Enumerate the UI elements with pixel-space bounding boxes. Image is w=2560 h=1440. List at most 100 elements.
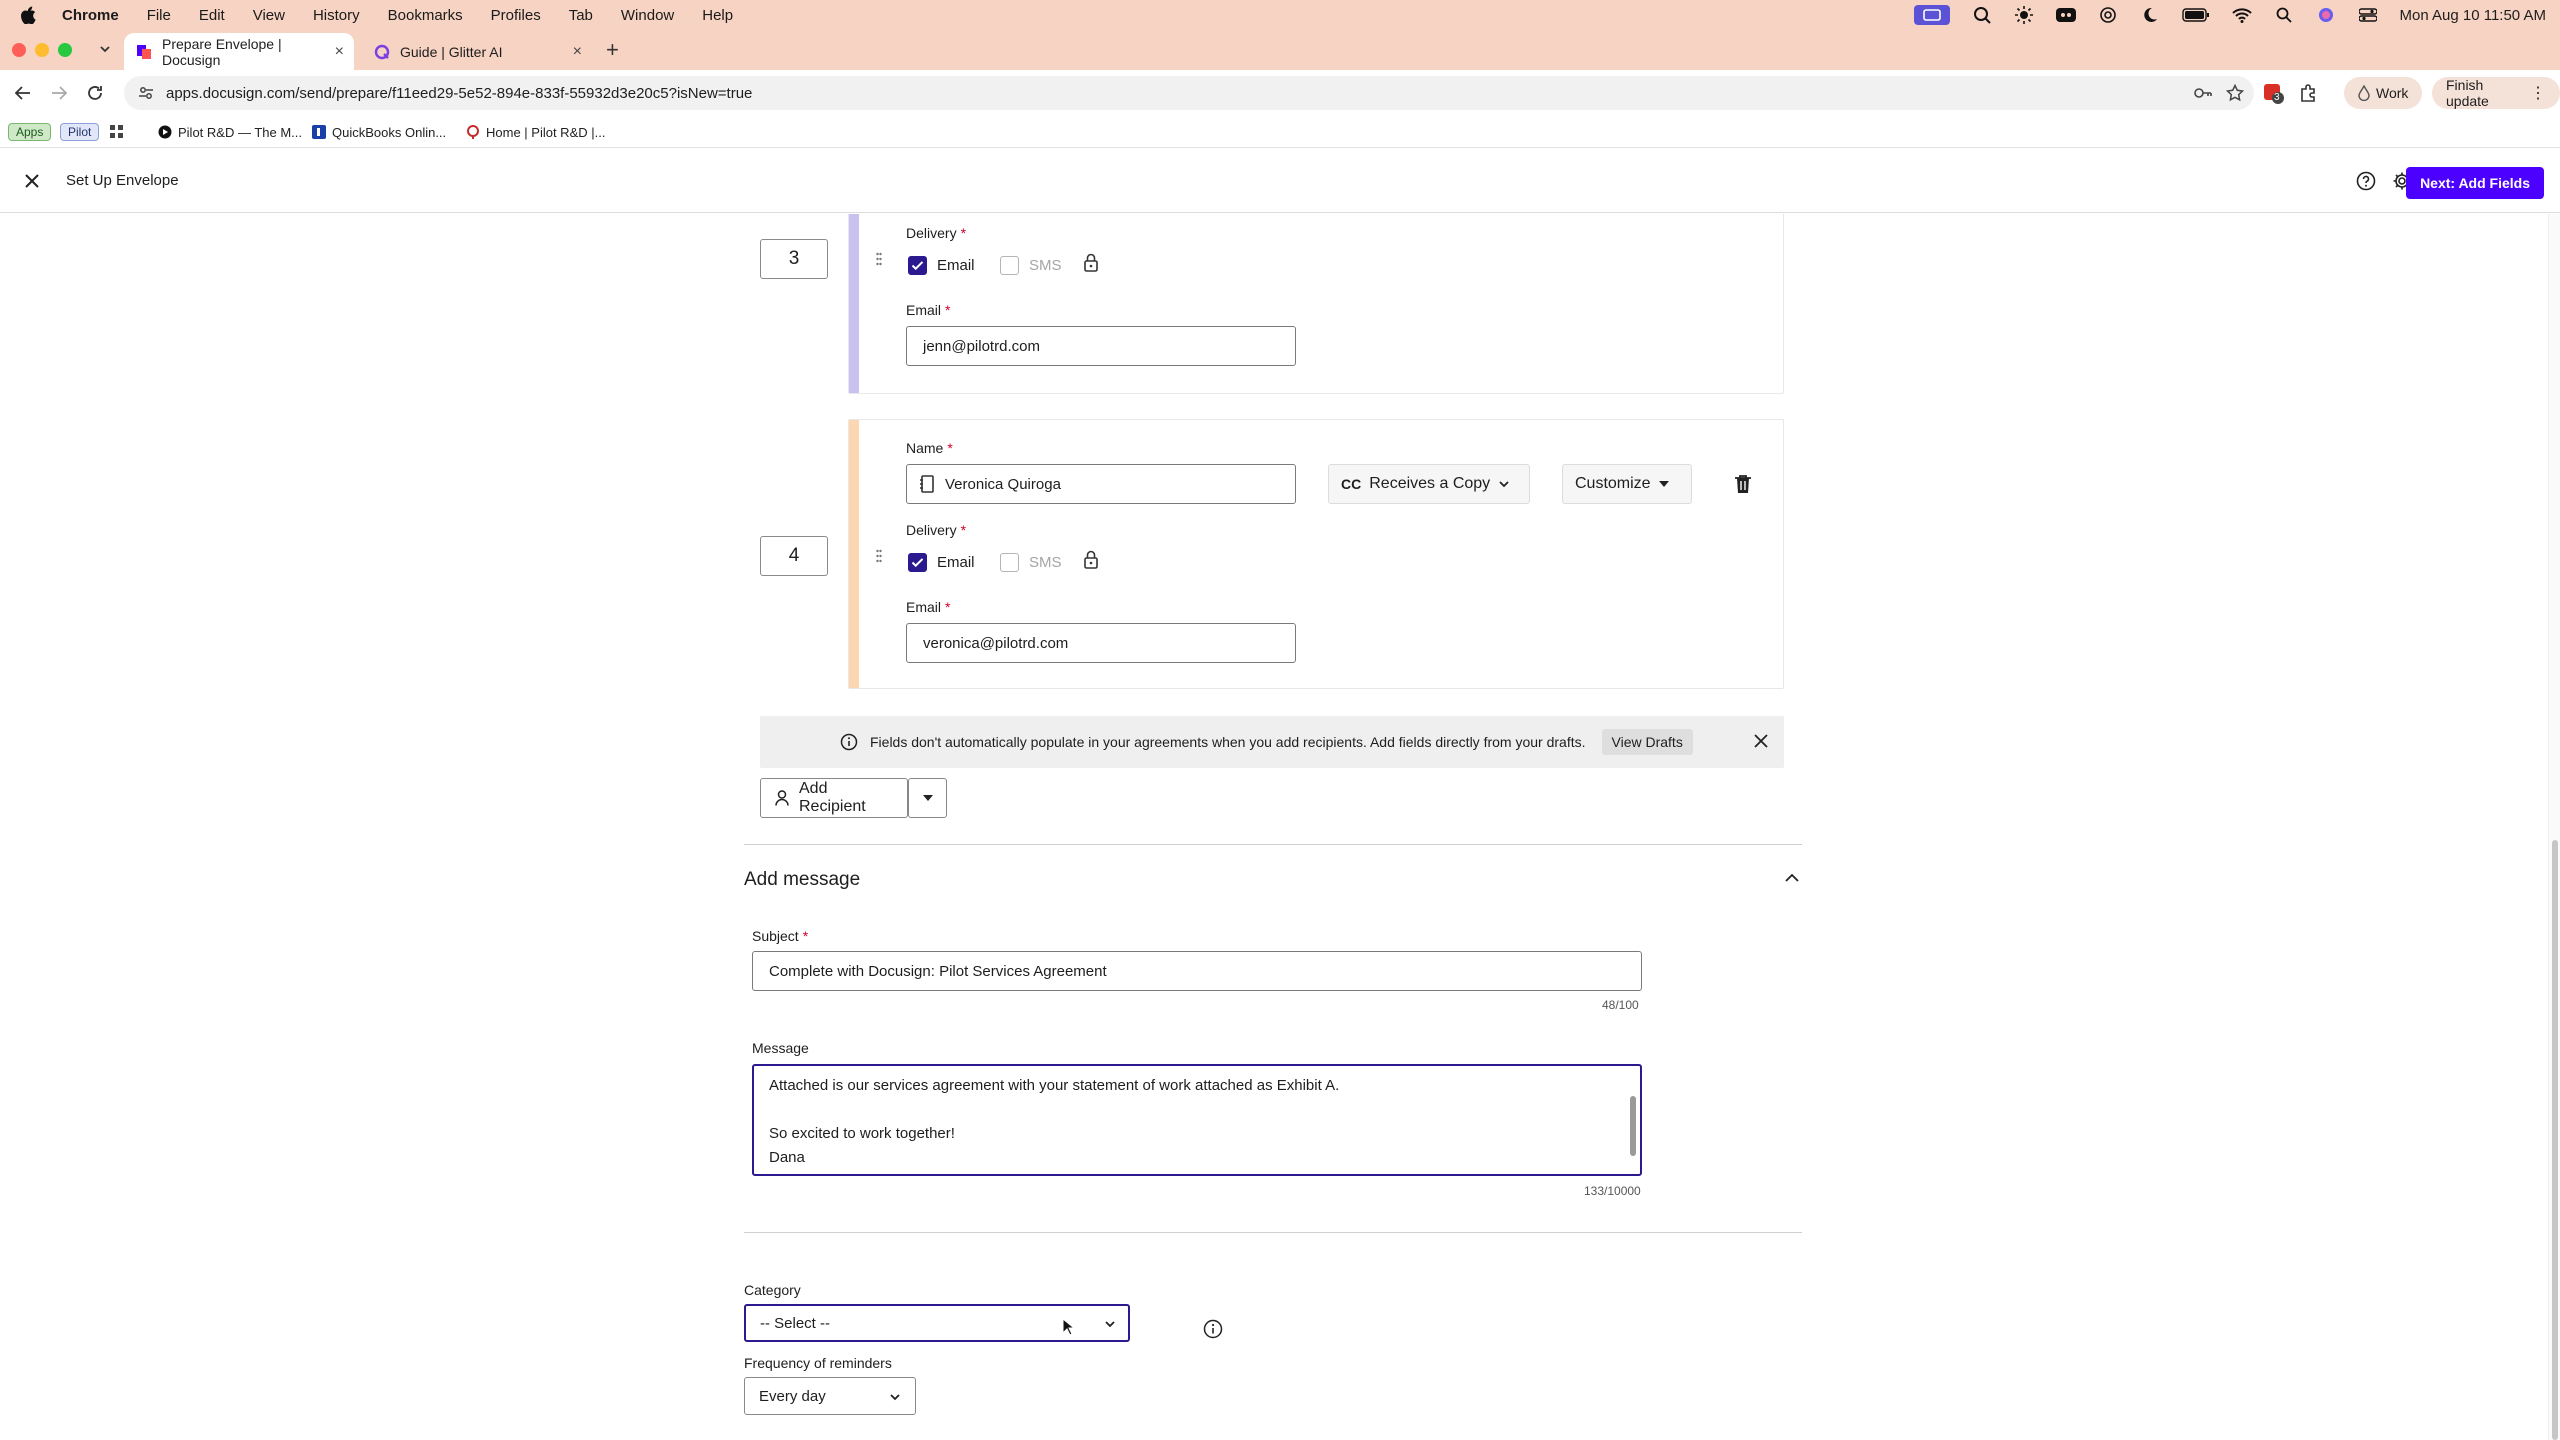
contacts-book-icon[interactable] xyxy=(919,475,935,493)
drag-handle-icon[interactable] xyxy=(876,549,882,563)
help-icon[interactable] xyxy=(2356,171,2376,191)
bookmark-apps[interactable]: Apps xyxy=(8,122,52,142)
page-title: Set Up Envelope xyxy=(66,172,179,189)
caret-down-icon xyxy=(1658,480,1669,488)
subject-label: Subject * xyxy=(752,928,809,944)
bookmark-label: Home | Pilot R&D |... xyxy=(486,124,606,140)
close-tab-icon[interactable]: × xyxy=(335,43,344,61)
forward-icon[interactable] xyxy=(50,84,68,102)
message-textarea[interactable]: Attached is our services agreement with … xyxy=(752,1064,1642,1176)
email-delivery-checkbox[interactable] xyxy=(908,553,927,572)
extensions-puzzle-icon[interactable] xyxy=(2299,83,2319,103)
settings-circle-icon[interactable] xyxy=(2098,6,2118,24)
menu-help[interactable]: Help xyxy=(702,7,733,24)
recipient-email-input[interactable]: veronica@pilotrd.com xyxy=(906,623,1296,663)
close-envelope-icon[interactable] xyxy=(24,173,40,189)
menu-window[interactable]: Window xyxy=(621,7,674,24)
email-label: Email * xyxy=(906,599,951,615)
message-line: Dana xyxy=(769,1149,805,1166)
minimize-window-button[interactable] xyxy=(35,43,49,57)
macos-menubar: Chrome File Edit View History Bookmarks … xyxy=(0,0,2560,30)
customize-dropdown[interactable]: Customize xyxy=(1562,464,1692,504)
spotlight-icon[interactable] xyxy=(2274,6,2294,24)
subject-value: Complete with Docusign: Pilot Services A… xyxy=(769,962,1107,980)
reminders-select[interactable]: Every day xyxy=(744,1377,916,1415)
bookmark-grid[interactable] xyxy=(110,122,124,142)
search-extension-icon[interactable] xyxy=(1972,6,1992,24)
tab-search-chevron-icon[interactable] xyxy=(98,42,112,56)
tab-title: Guide | Glitter AI xyxy=(400,43,503,60)
routing-order-input[interactable]: 3 xyxy=(760,239,828,279)
password-key-icon[interactable] xyxy=(2194,85,2212,101)
bookmark-pilot[interactable]: Pilot xyxy=(60,122,100,142)
tab-glitter-guide[interactable]: Guide | Glitter AI × xyxy=(362,33,592,70)
message-line xyxy=(769,1098,1625,1122)
menu-file[interactable]: File xyxy=(147,7,171,24)
bookmark-star-icon[interactable] xyxy=(2226,84,2244,102)
control-center-icon[interactable] xyxy=(2358,6,2378,24)
menu-view[interactable]: View xyxy=(253,7,285,24)
bookmark-home-pilot[interactable]: Home | Pilot R&D |... xyxy=(466,122,605,142)
trash-icon[interactable] xyxy=(1734,474,1752,494)
recipient-role-dropdown[interactable]: CC Receives a Copy xyxy=(1328,464,1530,504)
bookmark-pilot-rd[interactable]: Pilot R&D — The M... xyxy=(158,122,302,142)
browser-toolbar: apps.docusign.com/send/prepare/f11eed29-… xyxy=(0,70,2560,116)
routing-order-input[interactable]: 4 xyxy=(760,536,828,576)
wifi-icon[interactable] xyxy=(2231,6,2252,24)
menu-bookmarks[interactable]: Bookmarks xyxy=(388,7,463,24)
lock-icon[interactable] xyxy=(1083,253,1099,273)
siri-icon[interactable] xyxy=(2316,6,2336,24)
view-drafts-button[interactable]: View Drafts xyxy=(1601,729,1693,755)
menu-chrome[interactable]: Chrome xyxy=(62,7,119,24)
email-delivery-checkbox[interactable] xyxy=(908,256,927,275)
recipient-name-input[interactable]: Veronica Quiroga xyxy=(906,464,1296,504)
drag-handle-icon[interactable] xyxy=(876,252,882,266)
sms-delivery-checkbox[interactable] xyxy=(1000,553,1019,572)
add-message-heading: Add message xyxy=(744,869,861,890)
collapse-chevron-up-icon[interactable] xyxy=(1784,872,1800,884)
reload-icon[interactable] xyxy=(86,84,104,102)
recipient-email-input[interactable]: jenn@pilotrd.com xyxy=(906,326,1296,366)
new-tab-icon[interactable]: + xyxy=(606,37,619,63)
screen-share-icon[interactable] xyxy=(1913,5,1950,25)
menu-edit[interactable]: Edit xyxy=(199,7,225,24)
sms-option-label: SMS xyxy=(1029,257,1062,274)
textarea-scrollbar[interactable] xyxy=(1630,1096,1636,1156)
menu-history[interactable]: History xyxy=(313,7,360,24)
name-label: Name * xyxy=(906,440,953,456)
site-info-icon[interactable] xyxy=(138,85,154,101)
brightness-icon[interactable] xyxy=(2014,6,2034,24)
menu-profiles[interactable]: Profiles xyxy=(491,7,541,24)
next-add-fields-button[interactable]: Next: Add Fields xyxy=(2406,167,2544,199)
tab-prepare-envelope[interactable]: Prepare Envelope | Docusign × xyxy=(124,33,354,70)
maximize-window-button[interactable] xyxy=(58,43,72,57)
menubar-clock[interactable]: Mon Aug 10 11:50 AM xyxy=(2400,7,2547,24)
extension-icon[interactable] xyxy=(2262,82,2284,104)
address-bar[interactable]: apps.docusign.com/send/prepare/f11eed29-… xyxy=(124,76,2254,110)
finish-update-label: Finish update xyxy=(2446,77,2489,109)
add-recipient-button[interactable]: Add Recipient xyxy=(760,778,908,818)
battery-icon[interactable] xyxy=(2181,6,2210,24)
page-scrollbar-thumb[interactable] xyxy=(2552,840,2558,1440)
more-menu-icon[interactable]: ⋮ xyxy=(2530,83,2546,103)
add-recipient-menu-button[interactable] xyxy=(908,778,947,818)
close-window-button[interactable] xyxy=(12,43,26,57)
finish-update-button[interactable]: Finish update ⋮ xyxy=(2432,77,2560,109)
apple-icon[interactable] xyxy=(20,6,36,24)
home-pilot-icon xyxy=(466,125,480,139)
close-tab-icon[interactable]: × xyxy=(573,43,582,61)
bookmark-quickbooks[interactable]: QuickBooks Onlin... xyxy=(312,122,446,142)
profile-work-button[interactable]: Work xyxy=(2344,77,2423,109)
back-icon[interactable] xyxy=(14,84,32,102)
lock-icon[interactable] xyxy=(1083,550,1099,570)
info-icon xyxy=(840,733,858,751)
menubar-app-icon[interactable] xyxy=(2055,6,2076,24)
url-text[interactable]: apps.docusign.com/send/prepare/f11eed29-… xyxy=(166,85,752,102)
category-info-icon[interactable] xyxy=(1203,1319,1223,1339)
subject-input[interactable]: Complete with Docusign: Pilot Services A… xyxy=(752,951,1642,991)
dismiss-notice-icon[interactable] xyxy=(1754,734,1768,748)
page-scrollbar[interactable] xyxy=(2548,214,2560,1440)
menu-tab[interactable]: Tab xyxy=(569,7,593,24)
do-not-disturb-icon[interactable] xyxy=(2140,6,2160,24)
sms-delivery-checkbox[interactable] xyxy=(1000,256,1019,275)
